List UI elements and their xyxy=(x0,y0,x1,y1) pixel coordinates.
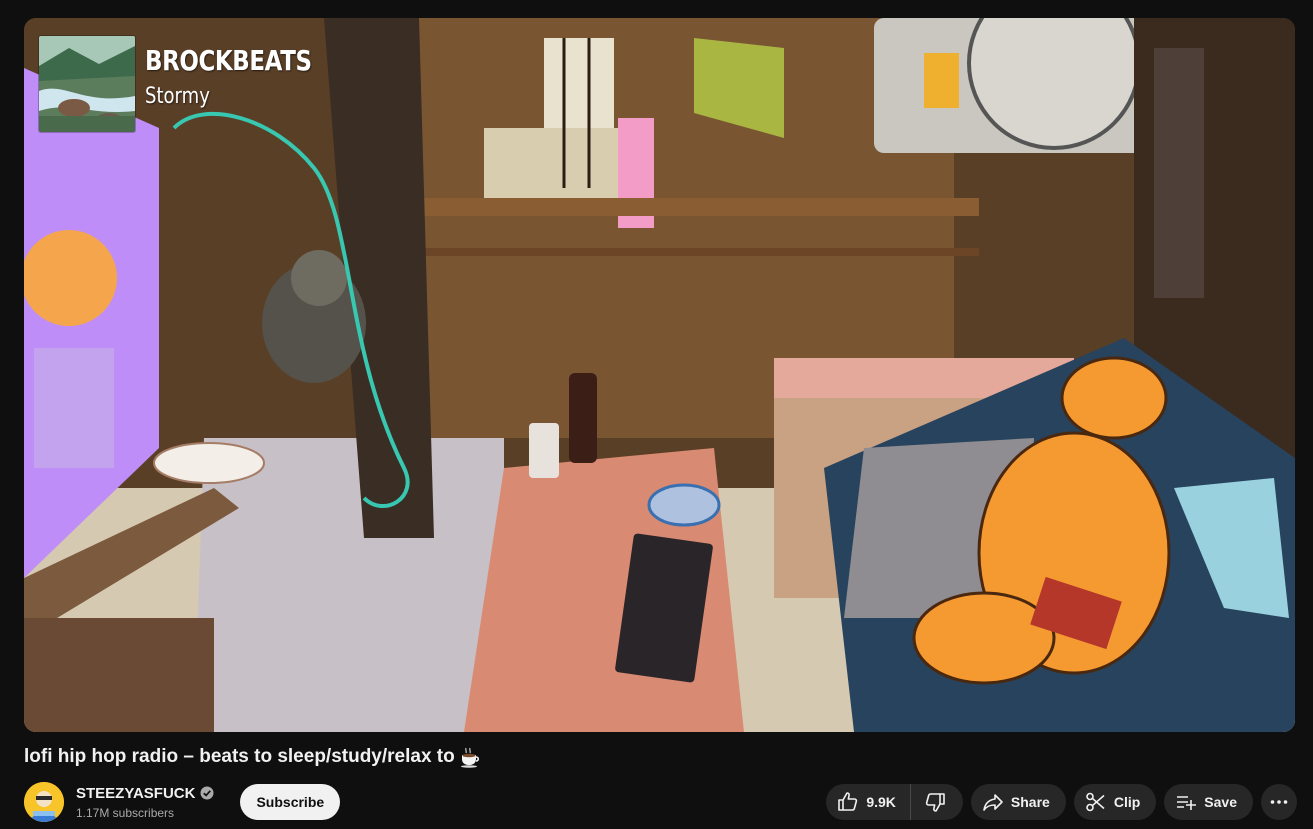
avatar-illustration xyxy=(24,782,64,822)
like-count: 9.9K xyxy=(866,794,896,810)
video-title-text: lofi hip hop radio – beats to sleep/stud… xyxy=(24,746,455,767)
video-actions: 9.9K Share Clip Save xyxy=(826,784,1297,820)
share-button[interactable]: Share xyxy=(970,784,1066,820)
subscribe-button[interactable]: Subscribe xyxy=(240,784,341,820)
channel-name[interactable]: STEEZYASFUCK xyxy=(76,785,195,802)
scissors-icon xyxy=(1086,792,1105,812)
thumbs-down-icon xyxy=(925,793,945,812)
owner-row: STEEZYASFUCK 1.17M subscribers Subscribe xyxy=(24,782,341,822)
more-horizontal-icon xyxy=(1270,800,1288,804)
subscriber-count: 1.17M subscribers xyxy=(76,805,175,820)
watch-page: BROCKBEATS Stormy lofi hip hop radio – b… xyxy=(0,0,1313,829)
clip-label: Clip xyxy=(1113,794,1141,810)
thumbs-up-icon xyxy=(838,792,858,811)
save-button[interactable]: Save xyxy=(1164,784,1253,820)
video-player[interactable]: BROCKBEATS Stormy xyxy=(24,18,1295,732)
dislike-button[interactable] xyxy=(911,784,963,820)
overlay-artist-name: BROCKBEATS xyxy=(145,44,312,77)
overlay-track-name: Stormy xyxy=(145,84,210,109)
channel-avatar[interactable] xyxy=(24,782,64,822)
share-label: Share xyxy=(1010,794,1050,810)
now-playing-overlay: BROCKBEATS Stormy xyxy=(39,36,348,132)
river-landscape-art xyxy=(39,36,135,132)
share-arrow-icon xyxy=(983,794,1003,811)
more-actions-button[interactable] xyxy=(1261,784,1297,820)
video-title: lofi hip hop radio – beats to sleep/stud… xyxy=(24,746,481,768)
playlist-add-icon xyxy=(1177,796,1197,810)
verified-check-icon xyxy=(200,786,214,800)
clip-button[interactable]: Clip xyxy=(1073,784,1157,820)
coffee-cup-icon xyxy=(460,747,479,768)
album-art xyxy=(39,36,135,132)
like-dislike-group: 9.9K xyxy=(826,784,963,820)
save-label: Save xyxy=(1204,794,1237,810)
like-button[interactable]: 9.9K xyxy=(826,784,911,820)
